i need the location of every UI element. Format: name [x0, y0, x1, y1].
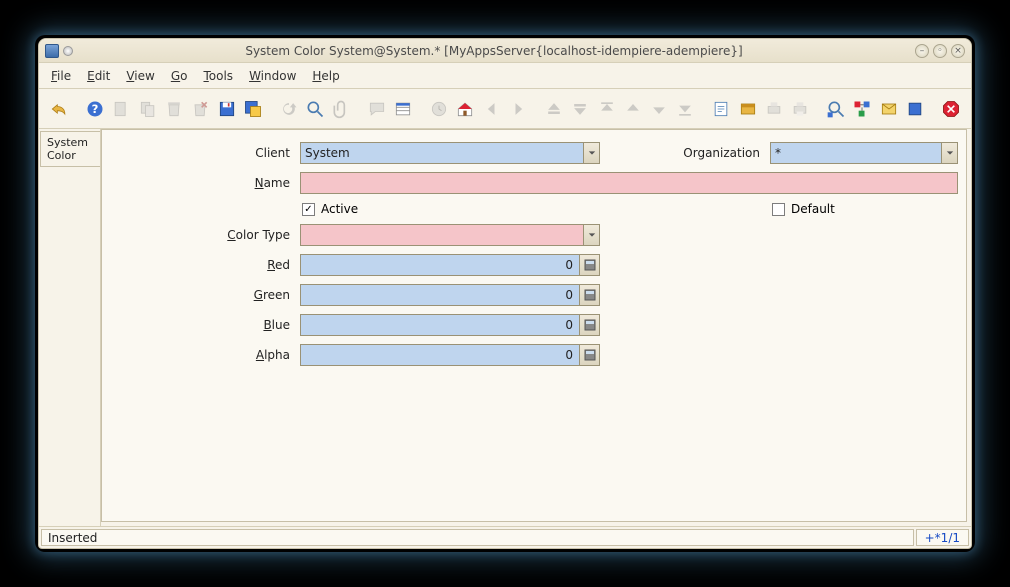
menu-tools[interactable]: Tools	[203, 69, 233, 83]
red-input[interactable]: 0	[300, 254, 600, 276]
window-title: System Color System@System.* [MyAppsServ…	[73, 44, 915, 58]
calculator-icon[interactable]	[579, 315, 599, 335]
green-label: Green	[110, 288, 290, 302]
delete-button[interactable]	[162, 96, 186, 122]
report-button[interactable]	[709, 96, 733, 122]
alpha-input[interactable]: 0	[300, 344, 600, 366]
refresh-button[interactable]	[276, 96, 300, 122]
svg-text:?: ?	[92, 102, 99, 116]
exit-button[interactable]	[939, 96, 963, 122]
attachment-button[interactable]	[329, 96, 353, 122]
request-button[interactable]	[876, 96, 900, 122]
detail-record-button[interactable]	[568, 96, 592, 122]
red-label: Red	[110, 258, 290, 272]
default-label: Default	[791, 202, 835, 216]
organization-label: Organization	[610, 146, 760, 160]
alpha-label: Alpha	[110, 348, 290, 362]
colortype-combo[interactable]	[300, 224, 600, 246]
client-label: Client	[110, 146, 290, 160]
print-button[interactable]	[788, 96, 812, 122]
form-panel: Client System Organization * Name ✓ Acti…	[101, 129, 967, 522]
active-checkbox[interactable]: ✓ Active	[300, 202, 600, 216]
menu-go[interactable]: Go	[171, 69, 188, 83]
minimize-button[interactable]: –	[915, 44, 929, 58]
workflow-button[interactable]	[850, 96, 874, 122]
chevron-down-icon[interactable]	[583, 143, 599, 163]
client-combo[interactable]: System	[300, 142, 600, 164]
new-button[interactable]	[109, 96, 133, 122]
save-button[interactable]	[214, 96, 238, 122]
menu-window[interactable]: Window	[249, 69, 296, 83]
chat-button[interactable]	[365, 96, 389, 122]
colortype-label: Color Type	[110, 228, 290, 242]
next-record-button[interactable]	[647, 96, 671, 122]
titlebar: System Color System@System.* [MyAppsServ…	[39, 39, 971, 63]
close-window-button[interactable]: ×	[951, 44, 965, 58]
client-value: System	[301, 146, 583, 160]
prev-record-button[interactable]	[621, 96, 645, 122]
save-new-button[interactable]	[241, 96, 265, 122]
menu-file[interactable]: File	[51, 69, 71, 83]
chevron-down-icon[interactable]	[583, 225, 599, 245]
zoom-across-button[interactable]	[824, 96, 848, 122]
chevron-down-icon[interactable]	[941, 143, 957, 163]
find-button[interactable]	[303, 96, 327, 122]
app-icon	[45, 44, 59, 58]
blue-input[interactable]: 0	[300, 314, 600, 336]
application-window: System Color System@System.* [MyAppsServ…	[38, 38, 972, 549]
blue-label: Blue	[110, 318, 290, 332]
last-record-button[interactable]	[673, 96, 697, 122]
toolbar: ?	[39, 89, 971, 129]
nav-back-button[interactable]	[480, 96, 504, 122]
titlebar-dot-icon	[63, 46, 73, 56]
first-record-button[interactable]	[594, 96, 618, 122]
menubar: File Edit View Go Tools Window Help	[39, 63, 971, 89]
grid-toggle-button[interactable]	[391, 96, 415, 122]
help-button[interactable]: ?	[83, 96, 107, 122]
nav-forward-button[interactable]	[506, 96, 530, 122]
active-label: Active	[321, 202, 358, 216]
menu-view[interactable]: View	[126, 69, 154, 83]
print-preview-button[interactable]	[762, 96, 786, 122]
default-checkbox[interactable]: Default	[770, 202, 958, 216]
calculator-icon[interactable]	[579, 255, 599, 275]
delete-selection-button[interactable]	[188, 96, 212, 122]
copy-button[interactable]	[135, 96, 159, 122]
menu-edit[interactable]: Edit	[87, 69, 110, 83]
calculator-icon[interactable]	[579, 285, 599, 305]
undo-button[interactable]	[47, 96, 71, 122]
organization-combo[interactable]: *	[770, 142, 958, 164]
status-message: Inserted	[41, 529, 914, 546]
maximize-button[interactable]: ◦	[933, 44, 947, 58]
name-label: Name	[110, 176, 290, 190]
content-area: System Color Client System Organization …	[39, 129, 971, 526]
green-input[interactable]: 0	[300, 284, 600, 306]
archive-button[interactable]	[735, 96, 759, 122]
tab-column: System Color	[39, 129, 101, 526]
status-bar: Inserted +*1/1	[39, 526, 971, 548]
home-button[interactable]	[453, 96, 477, 122]
parent-record-button[interactable]	[542, 96, 566, 122]
name-input[interactable]	[300, 172, 958, 194]
organization-value: *	[771, 146, 941, 160]
checkbox-unchecked-icon	[772, 203, 785, 216]
record-indicator[interactable]: +*1/1	[916, 529, 969, 546]
calculator-icon[interactable]	[579, 345, 599, 365]
product-info-button[interactable]	[903, 96, 927, 122]
checkbox-checked-icon: ✓	[302, 203, 315, 216]
tab-system-color[interactable]: System Color	[40, 131, 100, 167]
menu-help[interactable]: Help	[312, 69, 339, 83]
history-button[interactable]	[427, 96, 451, 122]
